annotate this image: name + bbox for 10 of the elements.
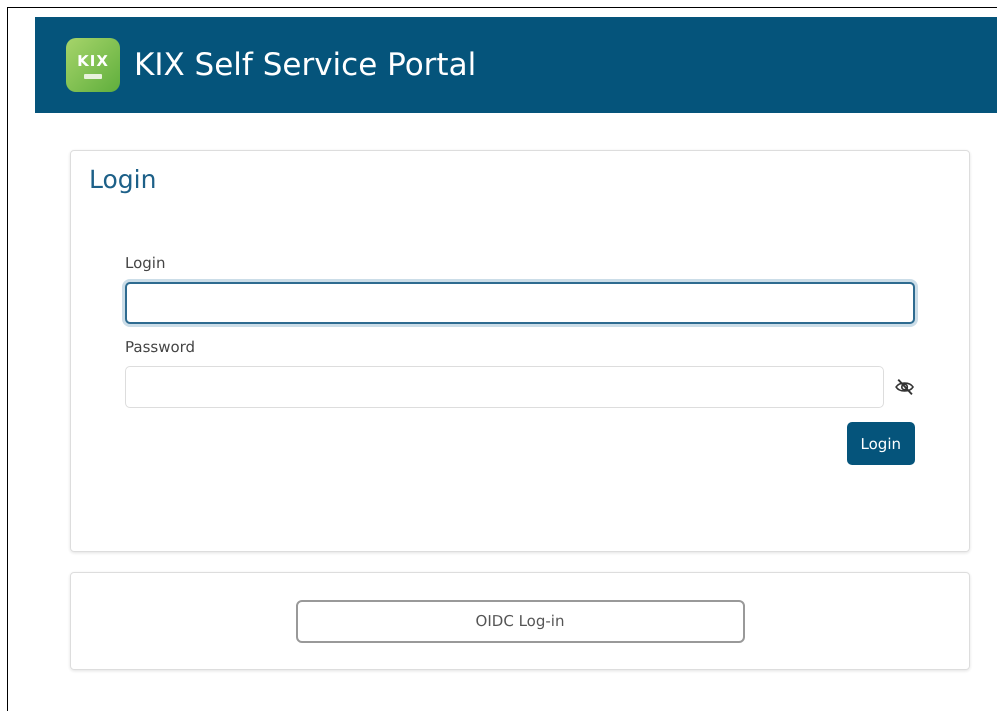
oidc-login-button[interactable]: OIDC Log-in [296,600,744,642]
field-label: Login [125,254,166,272]
logo-icon: KIX [66,38,120,92]
login-button[interactable]: Login [846,422,915,465]
portal-title: KIX Self Service Portal [134,47,476,83]
login-field[interactable] [125,282,915,324]
eye-slash-icon[interactable] [894,376,915,398]
card-title: Login [89,165,158,194]
password-field[interactable] [125,366,884,408]
field-label: Password [125,338,196,356]
